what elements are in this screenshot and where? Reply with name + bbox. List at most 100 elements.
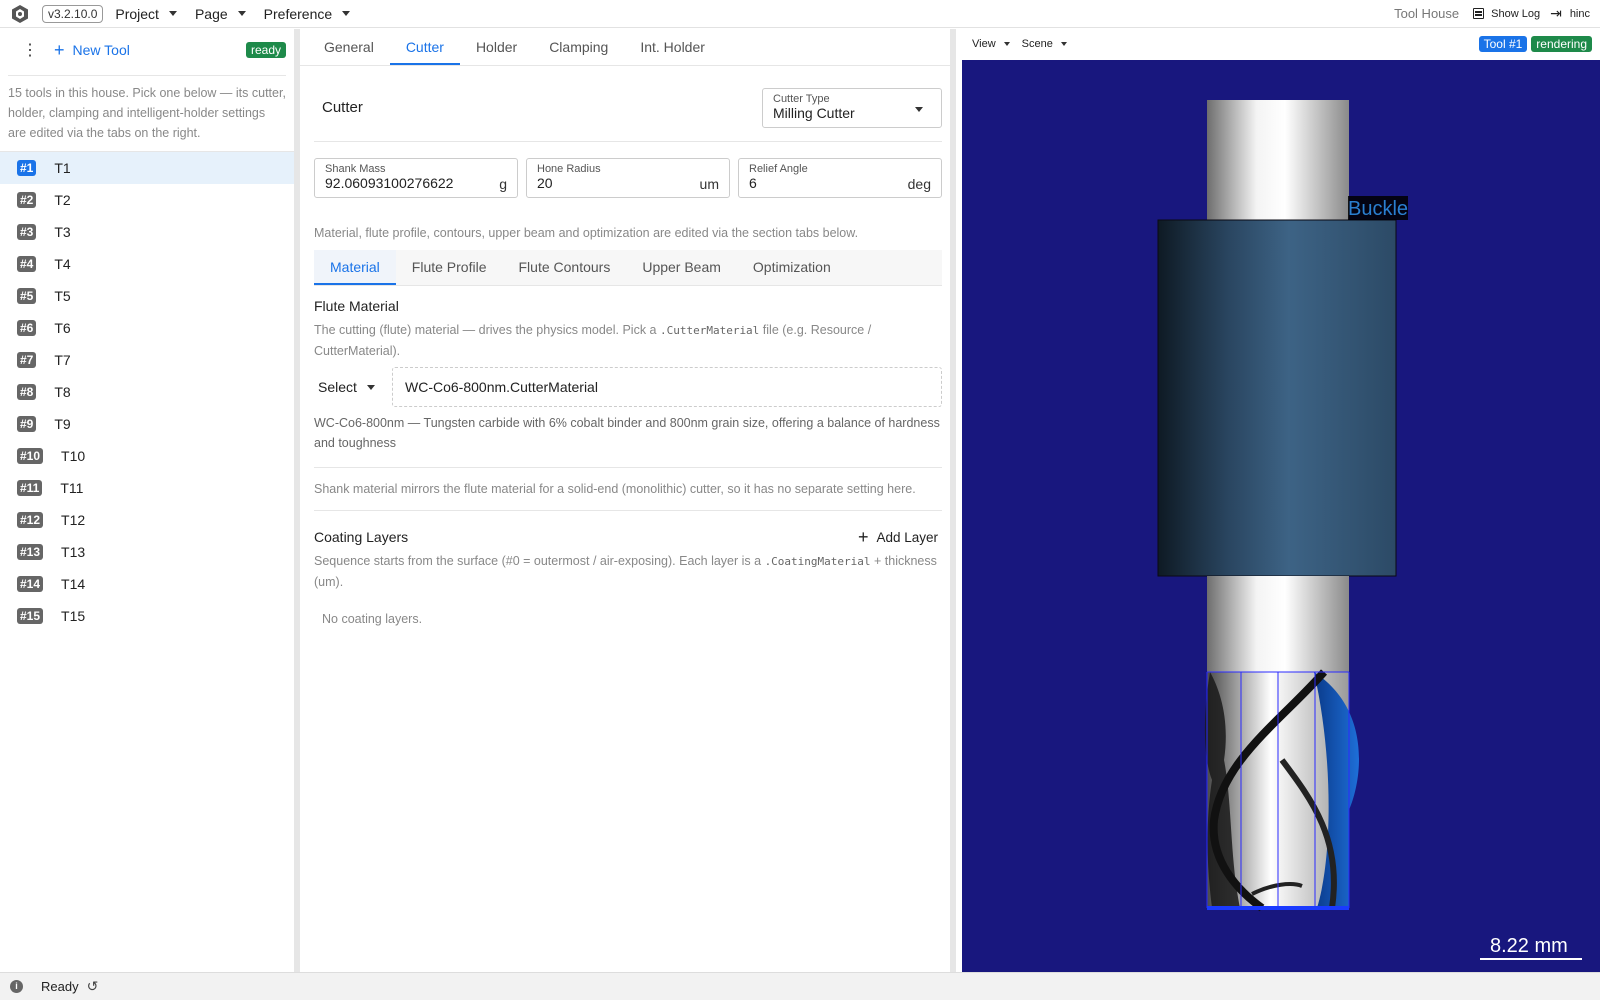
tool-item[interactable]: #12 T12 — [0, 504, 294, 536]
subtab-flute-profile[interactable]: Flute Profile — [396, 250, 503, 285]
buckle-label: Buckle — [1348, 198, 1408, 220]
chevron-down-icon — [237, 11, 246, 16]
chevron-down-icon — [1060, 42, 1067, 46]
chevron-down-icon — [1003, 42, 1010, 46]
tool-item[interactable]: #13 T13 — [0, 536, 294, 568]
tool-item[interactable]: #2 T2 — [0, 184, 294, 216]
new-tool-label: New Tool — [72, 42, 130, 58]
subtab-flute-contours[interactable]: Flute Contours — [503, 250, 627, 285]
menu-page-label: Page — [194, 5, 228, 22]
material-select-button[interactable]: Select — [314, 379, 392, 395]
tool-item[interactable]: #7 T7 — [0, 344, 294, 376]
menu-project[interactable]: Project — [115, 6, 177, 22]
tool-number-badge: #5 — [17, 288, 37, 304]
tool-number-badge: #3 — [17, 224, 37, 240]
flute-material-title: Flute Material — [314, 298, 399, 314]
more-vert-icon[interactable]: ⋮ — [20, 40, 40, 60]
tab-holder[interactable]: Holder — [460, 29, 533, 65]
tool-number-badge: #8 — [17, 384, 37, 400]
tab-int-holder[interactable]: Int. Holder — [624, 29, 721, 65]
cutter-type-value: Milling Cutter — [773, 104, 855, 121]
tool-name: T6 — [54, 320, 71, 336]
tool-name: T9 — [54, 416, 71, 432]
show-log-button[interactable]: Show Log — [1473, 8, 1540, 20]
hone-radius-field[interactable]: Hone Radius 20 um — [526, 158, 730, 198]
tool-name: T4 — [54, 256, 71, 272]
tool-item[interactable]: #9 T9 — [0, 408, 294, 440]
tool-list: #1 T1 #2 T2 #3 T3 #4 T4 #5 T5 #6 T6 #7 T7 #8 T8 #9 T9 #10 T… — [0, 151, 294, 632]
desc-text: The cutting (flute) material — drives th… — [314, 323, 660, 337]
top-menu-bar: v3.2.10.0 Project Page Preference Tool H… — [0, 0, 1600, 28]
tool-item[interactable]: #11 T11 — [0, 472, 294, 504]
new-tool-button[interactable]: + New Tool — [54, 41, 130, 59]
tool-number-badge: #15 — [17, 608, 44, 624]
sidebar-header: ⋮ + New Tool ready — [0, 29, 294, 71]
tool-item[interactable]: #15 T15 — [0, 600, 294, 632]
log-icon — [1473, 8, 1485, 19]
3d-scene[interactable]: Buckle 8.22 mm — [962, 60, 1600, 972]
tool-item[interactable]: #3 T3 — [0, 216, 294, 248]
field-label: Relief Angle — [749, 163, 808, 175]
tab-cutter[interactable]: Cutter — [389, 29, 460, 65]
scene-menu[interactable]: Scene — [1022, 38, 1067, 50]
lower-shank — [1207, 576, 1349, 672]
scale-label: 8.22 mm — [1490, 935, 1568, 957]
coating-title: Coating Layers — [314, 529, 409, 545]
material-file-input[interactable]: WC-Co6-800nm.CutterMaterial — [392, 367, 942, 407]
user-logout-button[interactable]: ⇥ hinc — [1550, 5, 1590, 22]
subtab-upper-beam[interactable]: Upper Beam — [626, 250, 737, 285]
tab-general[interactable]: General — [308, 29, 390, 65]
editor-panel: General Cutter Holder Clamping Int. Hold… — [300, 29, 956, 972]
relief-angle-field[interactable]: Relief Angle 6 deg — [738, 158, 942, 198]
menu-preference-label: Preference — [263, 5, 333, 22]
view-menu[interactable]: View — [972, 38, 1010, 50]
tool-number-badge: #11 — [17, 480, 43, 496]
tool-item[interactable]: #14 T14 — [0, 568, 294, 600]
menu-project-label: Project — [115, 5, 159, 22]
tool-number-badge: #4 — [17, 256, 37, 272]
tool-item[interactable]: #4 T4 — [0, 248, 294, 280]
menu-preference[interactable]: Preference — [263, 5, 351, 22]
tool-item[interactable]: #6 T6 — [0, 312, 294, 344]
cutter-type-select[interactable]: Cutter Type Milling Cutter — [762, 87, 942, 128]
chevron-down-icon — [366, 384, 375, 390]
tool-number-badge: #12 — [17, 512, 44, 528]
tool-sidebar: ⋮ + New Tool ready 15 tools in this house… — [0, 29, 300, 972]
section-hint: Material, flute profile, contours, upper… — [314, 226, 859, 240]
scale-bar — [1480, 958, 1582, 960]
desc-code: .CoatingMaterial — [764, 555, 871, 568]
tool-number-badge: #7 — [17, 352, 37, 368]
holder-collar — [1157, 219, 1397, 577]
tool-name: T7 — [54, 352, 71, 368]
tool-number-badge: #2 — [17, 192, 37, 208]
tool-item[interactable]: #8 T8 — [0, 376, 294, 408]
tool-name: T5 — [54, 288, 71, 304]
plus-icon: + — [857, 527, 869, 547]
chevron-down-icon — [342, 11, 351, 16]
tool-name: T15 — [61, 608, 86, 624]
tool-name: T3 — [54, 224, 71, 240]
shank-mass-field[interactable]: Shank Mass 92.06093100276622 g — [314, 158, 518, 198]
tool-item[interactable]: #5 T5 — [0, 280, 294, 312]
history-icon[interactable]: ↺ — [87, 978, 99, 995]
tool-item[interactable]: #1 T1 — [0, 152, 294, 184]
tool-render: Buckle — [1157, 100, 1408, 912]
material-description: WC-Co6-800nm — Tungsten carbide with 6% … — [314, 413, 942, 468]
cutter-header: Cutter Cutter Type Milling Cutter — [314, 82, 942, 142]
status-text: Ready — [41, 979, 79, 994]
add-layer-label: Add Layer — [876, 529, 938, 545]
desc-code: .CutterMaterial — [659, 324, 760, 337]
coating-header: Coating Layers + Add Layer — [314, 527, 942, 547]
subtab-material[interactable]: Material — [314, 250, 396, 285]
tab-clamping[interactable]: Clamping — [533, 29, 624, 65]
app-logo-icon — [10, 4, 30, 24]
tool-number-badge: #10 — [17, 448, 44, 464]
render-status-badge: rendering — [1531, 36, 1592, 52]
tool-item[interactable]: #10 T10 — [0, 440, 294, 472]
subtab-optimization[interactable]: Optimization — [737, 250, 847, 285]
status-badge: ready — [245, 42, 286, 58]
menu-page[interactable]: Page — [195, 6, 246, 22]
info-icon: i — [10, 980, 23, 993]
add-layer-button[interactable]: + Add Layer — [857, 527, 942, 547]
cutter-fields: Shank Mass 92.06093100276622 g Hone Radi… — [314, 158, 942, 198]
